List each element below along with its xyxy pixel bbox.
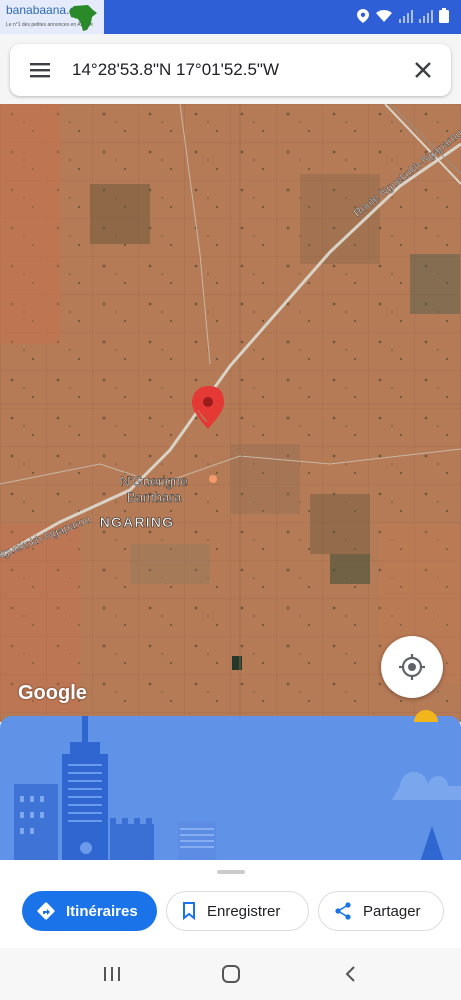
status-bar: banabaana.com Le n°1 des petites annonce… [0,0,461,34]
map-imagery: Route Nguekokh-Ngaparou Nguekokh-Ngaparo… [0,104,461,722]
status-icons [357,8,449,23]
home-icon [222,965,240,983]
system-nav-bar [0,948,461,1000]
directions-icon [36,901,56,921]
my-location-button[interactable] [381,636,443,698]
place-dot-icon [209,475,217,483]
directions-button[interactable]: Itinéraires [22,891,157,931]
close-button[interactable] [411,58,435,82]
satellite-map[interactable]: Route Nguekokh-Ngaparou Nguekokh-Ngaparo… [0,104,461,722]
coordinates-text[interactable]: 14°28'53.8"N 17°01'52.5"W [72,60,279,80]
place-bottom-sheet: Itinéraires Enregistrer Partager [0,860,461,948]
location-status-icon [357,8,369,23]
battery-icon [439,8,449,23]
watermark-logo: banabaana.com Le n°1 des petites annonce… [0,0,104,34]
pegman-icon[interactable] [414,710,438,722]
back-button[interactable] [337,960,365,988]
sheet-drag-handle[interactable] [217,870,245,874]
bookmark-icon [181,901,197,921]
home-button[interactable] [217,960,245,988]
street-view-preview[interactable] [0,716,461,862]
town-label: NGARING [100,514,175,530]
place-label-line1: N'Guerigne [120,474,188,489]
search-bar[interactable]: 14°28'53.8"N 17°01'52.5"W [10,44,451,96]
wifi-icon [376,9,392,22]
save-button[interactable]: Enregistrer [166,891,309,931]
close-icon [415,62,431,78]
share-button[interactable]: Partager [318,891,444,931]
share-label: Partager [363,902,421,920]
place-label-line2: Bambara [127,490,182,505]
recent-apps-button[interactable] [98,960,126,988]
directions-label: Itinéraires [66,902,138,920]
crosshair-icon [399,654,425,680]
signal-icon [399,9,413,23]
google-attribution: Google [18,682,87,704]
signal-2-icon [419,9,433,23]
hamburger-menu-icon [30,63,50,78]
menu-button[interactable] [28,58,52,82]
save-label: Enregistrer [207,902,281,920]
back-icon [345,966,355,982]
share-icon [333,901,353,921]
street-view-illustration [0,716,461,862]
africa-icon [69,5,97,31]
recent-apps-icon [104,967,120,981]
